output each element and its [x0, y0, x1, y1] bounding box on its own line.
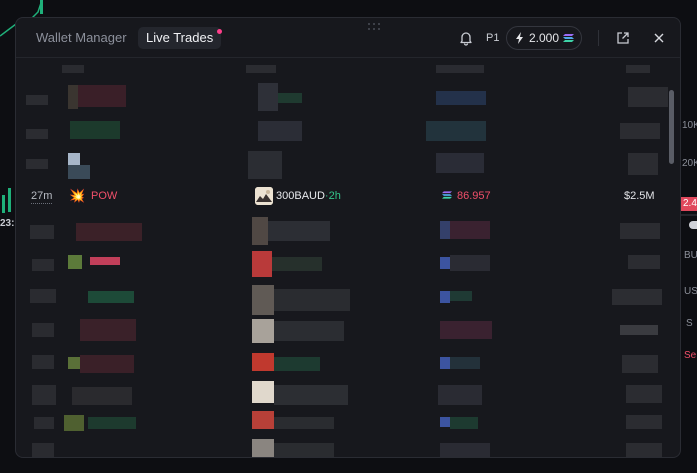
table-row[interactable]	[16, 319, 668, 353]
trader-name-text: 300BAUD	[276, 190, 325, 202]
table-row[interactable]	[16, 83, 668, 117]
price-axis-label: 10K	[682, 120, 697, 131]
token-name[interactable]: POW	[91, 190, 117, 203]
trades-list: 27m 💥 POW 300BAUD·2h 86.957 $2.5M	[16, 59, 668, 457]
trader-name[interactable]: 300BAUD·2h	[276, 190, 341, 203]
table-row[interactable]	[16, 251, 668, 285]
notification-dot	[217, 29, 223, 34]
price-axis-label: 20K	[682, 158, 697, 169]
market-cap: $2.5M	[624, 190, 655, 202]
price-tag: 2.4	[681, 197, 697, 211]
table-row[interactable]	[16, 439, 668, 457]
close-icon[interactable]	[651, 30, 667, 46]
token-emoji-icon: 💥	[69, 188, 86, 203]
side-label: US	[684, 286, 697, 297]
side-label: S	[686, 318, 693, 329]
external-link-icon[interactable]	[615, 30, 631, 46]
table-row[interactable]	[16, 117, 668, 151]
table-row-featured[interactable]: 27m 💥 POW 300BAUD·2h 86.957 $2.5M	[16, 179, 668, 213]
preset-selector[interactable]: P1	[486, 30, 499, 46]
quick-buy-value: 2.000	[529, 31, 560, 45]
side-label: BU	[684, 250, 697, 261]
quick-buy-amount[interactable]: 2.000	[506, 26, 582, 50]
time-axis-label: 23:	[0, 218, 15, 229]
trade-time: 27m	[31, 190, 53, 204]
solana-icon	[563, 34, 575, 42]
table-row[interactable]	[16, 285, 668, 319]
trader-avatar	[255, 187, 273, 205]
trader-age: ·2h	[324, 190, 341, 202]
solana-icon	[442, 191, 452, 199]
table-row[interactable]	[16, 381, 668, 415]
tab-wallet-manager[interactable]: Wallet Manager	[28, 27, 135, 49]
table-row[interactable]	[16, 217, 668, 251]
bell-icon[interactable]	[458, 30, 474, 46]
panel-header: Wallet Manager Live Trades P1 2.000	[16, 18, 680, 58]
tab-live-trades[interactable]: Live Trades	[138, 27, 223, 49]
tab-label: Live Trades	[146, 30, 214, 45]
lightning-icon	[516, 32, 523, 44]
scrollbar-thumb[interactable]	[669, 90, 674, 164]
trade-amount: 86.957	[457, 190, 491, 202]
side-label: Se	[684, 350, 697, 361]
header-divider	[598, 30, 599, 46]
chart-toggle[interactable]	[689, 221, 697, 229]
live-trades-panel: Wallet Manager Live Trades P1 2.000 27m …	[15, 17, 681, 458]
